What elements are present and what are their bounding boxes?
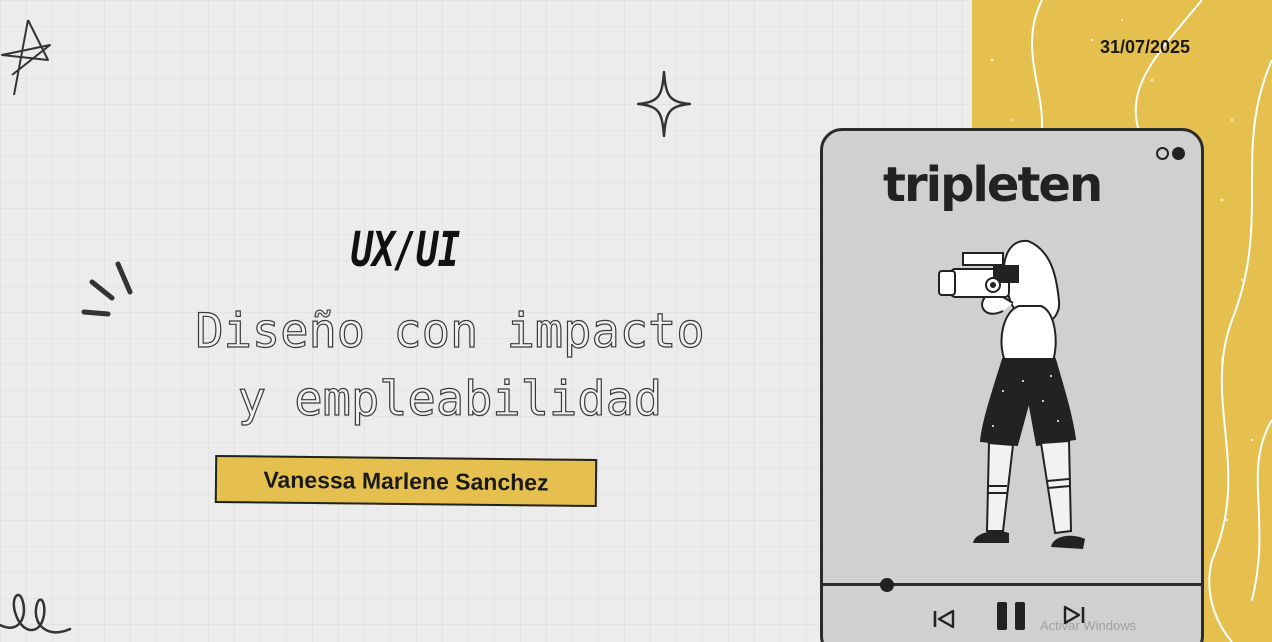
previous-icon[interactable] [931,608,957,630]
window-dots [1156,147,1185,160]
author-name-tag: Vanessa Marlene Sanchez [214,455,598,507]
subtitle-line-1: Diseño con impacto [195,303,706,359]
os-activation-watermark: Activar Windows [1040,618,1137,633]
sparkle-icon [636,70,692,138]
burst-lines-icon [81,261,133,317]
subtitle-line-2: y empleabilidad [237,371,663,427]
slide-date: 31/07/2025 [1099,37,1191,57]
slide-title: UX/UI [350,222,461,278]
star-doodle-icon [1,19,51,96]
dot-filled-icon [1172,147,1185,160]
slide-subtitle: Diseño con impacto y empleabilidad [150,298,750,434]
author-name: Vanessa Marlene Sanchez [263,466,549,495]
camera-person-illustration [938,239,1085,549]
presentation-slide: 31/07/2025 UX/UI Diseño con impacto y em… [0,0,1272,642]
pause-icon[interactable] [995,600,1029,632]
brand-logo: tripleten [883,157,1103,213]
dot-outline-icon [1156,147,1169,160]
loop-doodle-icon [0,593,72,634]
playback-controls [823,596,1201,636]
progress-knob[interactable] [880,578,895,592]
media-player-card: tripleten [820,128,1204,642]
